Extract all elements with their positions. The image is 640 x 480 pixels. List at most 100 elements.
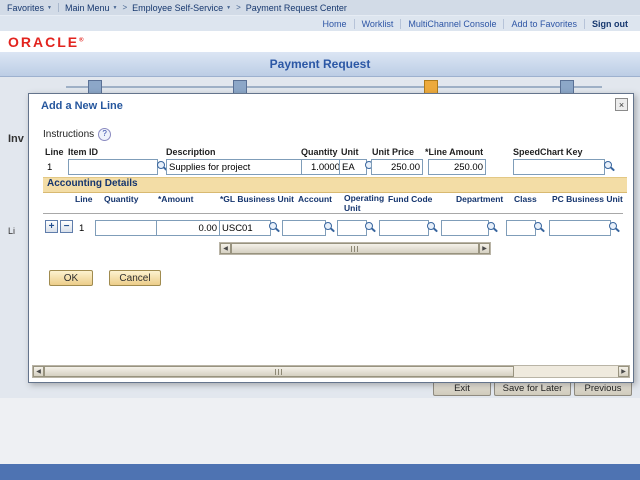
page-title: Payment Request bbox=[269, 57, 371, 71]
class-lookup-icon[interactable] bbox=[532, 221, 545, 234]
scroll-track[interactable] bbox=[514, 366, 618, 377]
unit-label: Unit bbox=[341, 147, 359, 157]
quantity-input[interactable] bbox=[301, 159, 343, 175]
progress-step-4 bbox=[560, 80, 574, 94]
sign-out-link[interactable]: Sign out bbox=[584, 18, 640, 29]
scroll-left-icon[interactable]: ◀ bbox=[220, 243, 231, 254]
scroll-right-icon[interactable]: ▶ bbox=[479, 243, 490, 254]
accounting-details-header: Accounting Details bbox=[43, 177, 627, 193]
scroll-left-icon[interactable]: ◀ bbox=[33, 366, 44, 377]
application-window: Favorites ▼ Main Menu ▼ > Employee Self-… bbox=[0, 0, 640, 480]
instructions-row: Instructions ? bbox=[43, 128, 112, 141]
speedchart-key-input[interactable] bbox=[513, 159, 605, 175]
content-lower-area bbox=[0, 398, 640, 464]
col-header-fund-code: Fund Code bbox=[388, 194, 433, 204]
col-header-quantity: Quantity bbox=[104, 194, 139, 204]
speedchart-key-label: SpeedChart Key bbox=[513, 147, 583, 157]
operating-unit-lookup-icon[interactable] bbox=[363, 221, 376, 234]
oracle-logo: ORACLE® bbox=[8, 34, 86, 50]
col-header-line: Line bbox=[75, 194, 93, 204]
page-header: Payment Request bbox=[0, 52, 640, 77]
background-invoice-label-fragment: Inv bbox=[8, 133, 24, 145]
add-to-favorites-link[interactable]: Add to Favorites bbox=[503, 18, 584, 29]
description-label: Description bbox=[166, 147, 216, 157]
col-header-gl-business-unit: *GL Business Unit bbox=[220, 194, 294, 204]
item-id-label: Item ID bbox=[68, 147, 99, 157]
divider bbox=[57, 3, 59, 12]
unit-price-input[interactable] bbox=[371, 159, 423, 175]
scroll-right-icon[interactable]: ▶ bbox=[618, 366, 629, 377]
description-input[interactable] bbox=[166, 159, 308, 175]
main-menu[interactable]: Main Menu ▼ bbox=[65, 3, 117, 13]
progress-step-2 bbox=[233, 80, 247, 94]
row-amount-input[interactable] bbox=[156, 220, 220, 236]
exit-button[interactable]: Exit bbox=[433, 381, 491, 396]
grid-horizontal-scrollbar[interactable]: ◀ ▶ bbox=[219, 242, 491, 255]
row-account-input[interactable] bbox=[282, 220, 326, 236]
ok-button[interactable]: OK bbox=[49, 270, 93, 286]
col-header-pc-business-unit: PC Business Unit bbox=[552, 194, 623, 204]
breadcrumb-employee-self-service[interactable]: Employee Self-Service ▼ bbox=[132, 3, 231, 13]
gl-business-unit-lookup-icon[interactable] bbox=[267, 221, 280, 234]
brand-bar: ORACLE® bbox=[0, 31, 640, 53]
main-menu-label: Main Menu bbox=[64, 2, 110, 13]
scroll-grip-icon bbox=[351, 246, 359, 252]
line-amount-input[interactable] bbox=[428, 159, 486, 175]
row-quantity-input[interactable] bbox=[95, 220, 157, 236]
cancel-button[interactable]: Cancel bbox=[109, 270, 161, 286]
help-icon[interactable]: ? bbox=[98, 128, 112, 141]
line-amount-label: *Line Amount bbox=[425, 147, 484, 157]
col-header-account: Account bbox=[298, 194, 332, 204]
oracle-logo-text: ORACLE bbox=[8, 34, 80, 50]
dialog-title: Add a New Line bbox=[41, 100, 123, 112]
add-row-button[interactable]: + bbox=[45, 220, 58, 233]
utility-links-bar: Home Worklist MultiChannel Console Add t… bbox=[0, 16, 640, 31]
background-line-label-fragment: Li bbox=[8, 226, 16, 236]
footer-bar bbox=[0, 464, 640, 480]
pc-business-unit-lookup-icon[interactable] bbox=[607, 221, 620, 234]
multichannel-console-link[interactable]: MultiChannel Console bbox=[400, 18, 503, 29]
col-header-department: Department bbox=[456, 194, 504, 204]
quantity-label: Quantity bbox=[301, 147, 338, 157]
dialog-horizontal-scrollbar[interactable]: ◀ ▶ bbox=[32, 365, 630, 378]
breadcrumb-separator-icon: > bbox=[122, 3, 128, 12]
breadcrumb-label: Payment Request Center bbox=[245, 2, 347, 13]
scroll-grip-icon bbox=[275, 369, 283, 375]
favorites-label: Favorites bbox=[7, 2, 45, 13]
row-pc-business-unit-input[interactable] bbox=[549, 220, 611, 236]
instructions-label: Instructions bbox=[43, 129, 95, 140]
fund-code-lookup-icon[interactable] bbox=[425, 221, 438, 234]
breadcrumb-separator-icon: > bbox=[236, 3, 241, 12]
col-header-class: Class bbox=[514, 194, 537, 204]
unit-price-label: Unit Price bbox=[372, 147, 415, 157]
breadcrumb-payment-request-center[interactable]: Payment Request Center bbox=[246, 3, 347, 13]
add-new-line-dialog: Add a New Line × Instructions ? Line Ite… bbox=[28, 93, 634, 383]
item-id-input[interactable] bbox=[68, 159, 158, 175]
dialog-scroll-thumb[interactable] bbox=[44, 366, 514, 377]
progress-step-3-active bbox=[424, 80, 438, 94]
line-label: Line bbox=[45, 147, 64, 157]
account-lookup-icon[interactable] bbox=[322, 221, 335, 234]
col-header-operating-unit: Operating Unit bbox=[344, 193, 385, 213]
progress-step-1 bbox=[88, 80, 102, 94]
chevron-down-icon: ▼ bbox=[112, 4, 118, 11]
registered-mark: ® bbox=[79, 37, 86, 44]
row-fund-code-input[interactable] bbox=[379, 220, 429, 236]
row-department-input[interactable] bbox=[441, 220, 489, 236]
grid-scroll-thumb[interactable] bbox=[231, 243, 479, 254]
breadcrumb-label: Employee Self-Service bbox=[132, 2, 224, 13]
progress-line bbox=[66, 86, 602, 88]
close-icon[interactable]: × bbox=[615, 98, 628, 111]
grid-header-rule bbox=[43, 213, 623, 214]
department-lookup-icon[interactable] bbox=[485, 221, 498, 234]
worklist-link[interactable]: Worklist bbox=[353, 18, 401, 29]
row-gl-business-unit-input[interactable] bbox=[219, 220, 271, 236]
favorites-menu[interactable]: Favorites ▼ bbox=[7, 3, 52, 13]
previous-button[interactable]: Previous bbox=[574, 381, 632, 396]
col-header-amount: *Amount bbox=[158, 194, 194, 204]
home-link[interactable]: Home bbox=[316, 19, 354, 29]
speedchart-lookup-icon[interactable] bbox=[602, 160, 615, 173]
delete-row-button[interactable]: − bbox=[60, 220, 73, 233]
row-line-number: 1 bbox=[79, 223, 85, 234]
save-for-later-button[interactable]: Save for Later bbox=[494, 381, 571, 396]
